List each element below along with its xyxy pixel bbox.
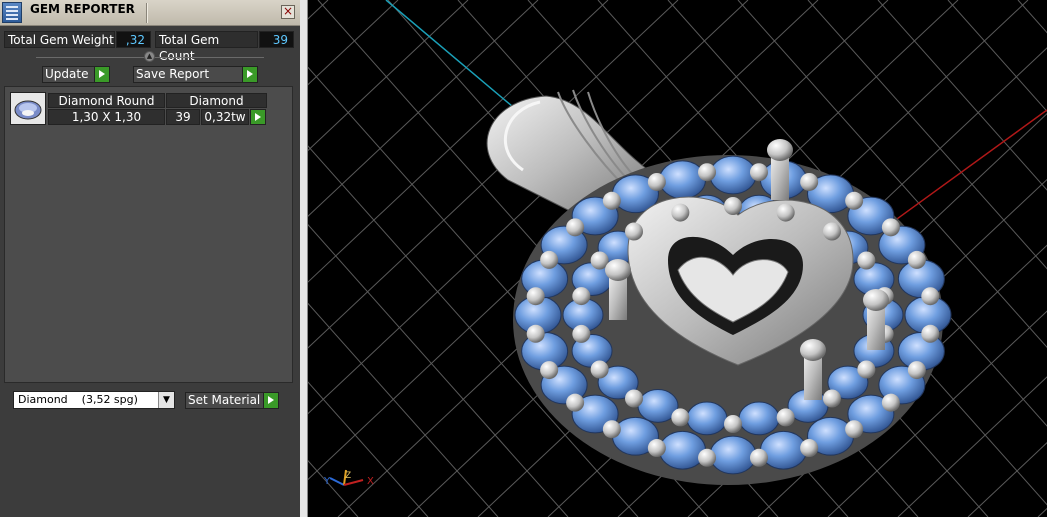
prong [724, 197, 742, 215]
play-arrow-icon [242, 67, 257, 82]
prong [647, 439, 666, 458]
gem-stone [709, 155, 757, 195]
prong [857, 251, 876, 270]
title-bar: GEM REPORTER × [0, 0, 300, 26]
play-arrow-icon [94, 67, 109, 82]
prong [526, 324, 545, 343]
prong [881, 218, 900, 237]
prong [602, 420, 621, 439]
total-gem-weight-value: ,32 [116, 31, 151, 48]
gem-size-cell: 1,30 X 1,30 [48, 109, 165, 125]
prong [625, 389, 644, 408]
gem-stone [738, 401, 780, 436]
prong [572, 324, 591, 343]
prong [776, 203, 795, 222]
prong [822, 222, 841, 241]
gem-type-header: Diamond [166, 93, 267, 108]
prong [800, 439, 819, 458]
prong [800, 172, 819, 191]
prong [907, 361, 926, 380]
gizmo-z-label: Z [345, 471, 351, 481]
total-gem-weight-label: Total Gem Weight [4, 31, 115, 48]
gem-stone [659, 430, 707, 470]
material-select[interactable]: Diamond (3,52 spg) ▼ [13, 391, 175, 409]
axis-gizmo: Y Z X [323, 469, 374, 487]
gem-count-cell: 39 [166, 109, 200, 125]
prong [845, 191, 864, 210]
gem-stone [709, 435, 757, 475]
prong [647, 172, 666, 191]
prong [907, 250, 926, 269]
prong [857, 360, 876, 379]
gizmo-x-label: X [367, 476, 374, 487]
gem-stone [686, 401, 728, 436]
gem-weight-cell: 0,32tw [201, 109, 249, 125]
save-report-button-label: Save Report [136, 67, 210, 81]
prong [822, 389, 841, 408]
prong [845, 420, 864, 439]
play-arrow-icon [263, 393, 278, 408]
material-select-value: Diamond (3,52 spg) [18, 393, 138, 406]
prong [776, 408, 795, 427]
prong [698, 448, 717, 467]
prong [540, 361, 559, 380]
prong [572, 287, 591, 306]
prong [526, 287, 545, 306]
window-title: GEM REPORTER [30, 2, 135, 16]
gem-shape-header: Diamond Round [48, 93, 165, 108]
center-prong-tip [800, 339, 826, 361]
set-material-button[interactable]: Set Material [185, 392, 279, 409]
gem-row-arrow-icon[interactable] [250, 109, 266, 125]
gem-stone [759, 430, 807, 470]
3d-viewport[interactable]: Y Z X [308, 0, 1047, 517]
prong [724, 415, 742, 433]
prong [881, 393, 900, 412]
prong [590, 360, 609, 379]
set-material-button-label: Set Material [188, 393, 261, 407]
viewport-canvas: Y Z X [308, 0, 1047, 517]
gem-reporter-panel: GEM REPORTER × Total Gem Weight ,32 Tota… [0, 0, 300, 517]
gizmo-y-label: Y [323, 476, 331, 487]
gem-reporter-app-icon [2, 2, 22, 23]
center-prong-tip [605, 259, 631, 281]
prong [540, 250, 559, 269]
prong [921, 287, 940, 306]
prong [671, 203, 690, 222]
save-report-button[interactable]: Save Report [133, 66, 258, 83]
title-divider [146, 3, 148, 23]
collapse-up-icon[interactable]: ▲ [144, 51, 155, 62]
prong [625, 222, 644, 241]
total-gem-count-label: Total Gem Count [155, 31, 258, 63]
update-button-label: Update [45, 67, 89, 81]
close-icon[interactable]: × [281, 5, 295, 19]
prong [749, 163, 768, 182]
panel-border[interactable] [300, 0, 308, 517]
diamond-round-thumbnail[interactable] [10, 92, 46, 125]
update-button[interactable]: Update [42, 66, 110, 83]
prong [698, 163, 717, 182]
center-prong-tip [863, 289, 889, 311]
prong [749, 448, 768, 467]
prong [921, 324, 940, 343]
prong [566, 218, 585, 237]
prong [671, 408, 690, 427]
prong [602, 191, 621, 210]
total-gem-count-value: 39 [259, 31, 294, 48]
gem-list [4, 86, 293, 383]
center-prong-tip [767, 139, 793, 161]
chevron-down-icon[interactable]: ▼ [158, 392, 174, 408]
gem-stone [659, 160, 707, 200]
prong [566, 393, 585, 412]
